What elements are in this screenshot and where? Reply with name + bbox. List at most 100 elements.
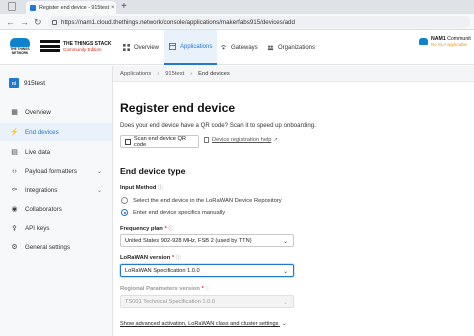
back-icon[interactable]: ← — [6, 16, 15, 28]
nav-organizations-label: Organizations — [278, 44, 316, 51]
stack-logo-icon — [40, 40, 60, 52]
regional-parameters-label: Regional Parameters version * ⓘ — [120, 286, 211, 292]
collaborators-icon: ◉ — [11, 206, 18, 213]
section-title: End device type — [120, 166, 186, 176]
address-bar: ← → ↻ https://nam1.cloud.thethings.netwo… — [0, 14, 474, 30]
input-method-label: Input Method ⓘ — [120, 185, 164, 191]
nav-gateways-label: Gateways — [231, 44, 258, 51]
app-badge: ttl — [9, 78, 19, 88]
sla-text: No SLA applicable — [431, 42, 467, 47]
frequency-plan-select[interactable]: United States 902-928 MHz, FSB 2 (used b… — [120, 234, 294, 247]
lorawan-version-select[interactable]: LoRaWAN Specification 1.0.0 ⌄ — [120, 264, 294, 277]
radio-manual[interactable]: Enter end device specifics manually — [121, 209, 225, 216]
device-registration-help-link[interactable]: Device registration help ↗ — [204, 137, 278, 143]
favicon-icon — [30, 4, 36, 11]
lorawan-version-label: LoRaWAN version * ⓘ — [120, 255, 181, 261]
radio-manual-button[interactable] — [121, 209, 128, 216]
sidebar-item-live-data[interactable]: ▤ Live data — [0, 143, 112, 161]
organizations-icon — [267, 45, 274, 51]
chevron-down-icon: ⌄ — [96, 187, 102, 194]
overview-icon: ▦ — [11, 109, 18, 116]
radio-repository-label: Select the end device in the LoRaWAN Dev… — [133, 197, 282, 204]
ttn-cloud-icon — [10, 38, 30, 47]
sidebar-item-integrations[interactable]: ⚰ Integrations ⌄ — [0, 181, 112, 199]
breadcrumb-applications[interactable]: Applications — [120, 71, 151, 77]
radio-repository[interactable]: Select the end device in the LoRaWAN Dev… — [121, 197, 282, 204]
lock-icon — [52, 19, 57, 25]
sidebar-item-label: Integrations — [25, 186, 58, 194]
sidebar-item-payload-formatters[interactable]: ‹› Payload formatters ⌄ — [0, 162, 112, 180]
new-tab-icon[interactable]: + — [121, 0, 127, 13]
nav-overview[interactable]: Overview — [118, 30, 164, 65]
account-menu[interactable]: NAM1 Communit No SLA applicable — [418, 36, 474, 58]
breadcrumb-separator: › — [190, 70, 193, 77]
forward-icon[interactable]: → — [20, 16, 29, 28]
reload-icon[interactable]: ↻ — [34, 16, 42, 28]
chevron-down-icon: ⌄ — [282, 269, 288, 275]
sidebar-item-general-settings[interactable]: ⚙ General settings — [0, 238, 112, 256]
app-identifier: ttl 915test — [9, 78, 45, 88]
stack-edition: Community Edition — [63, 46, 102, 52]
radio-manual-label: Enter end device specifics manually — [133, 209, 226, 216]
integrations-icon: ⚰ — [11, 187, 18, 194]
sidebar-item-label: API keys — [25, 224, 50, 232]
live-data-icon: ▤ — [11, 149, 18, 156]
stack-logo[interactable]: THE THINGS STACK Community Edition — [40, 40, 112, 52]
chevron-down-icon: ⌄ — [281, 321, 287, 327]
document-icon — [204, 137, 209, 143]
nav-organizations[interactable]: Organizations — [262, 30, 320, 65]
end-devices-icon: ⚡ — [10, 129, 19, 136]
sidebar-item-label: End devices — [25, 128, 59, 136]
sidebar-item-label: General settings — [25, 243, 71, 251]
breadcrumb-app[interactable]: 915test — [165, 71, 184, 77]
tab-close-icon[interactable]: × — [111, 5, 115, 11]
help-link-text: Device registration help — [212, 137, 272, 143]
breadcrumb: Applications › 915test › End devices — [113, 66, 474, 82]
qr-code-icon — [125, 138, 131, 145]
sidebar-item-end-devices[interactable]: ⚡ End devices — [0, 123, 112, 141]
chevron-down-icon: ⌄ — [282, 239, 288, 245]
browser-tab-bar: Register end device - 915test - T × + — [0, 0, 474, 14]
show-advanced-settings-link[interactable]: Show advanced activation, LoRaWAN class … — [120, 321, 287, 327]
breadcrumb-separator: › — [157, 70, 160, 77]
url-field[interactable]: https://nam1.cloud.thethings.network/con… — [48, 16, 470, 28]
url-text: https://nam1.cloud.thethings.network/con… — [61, 18, 295, 26]
scan-qr-label: Scan end device QR code — [133, 135, 187, 148]
ttn-logo[interactable]: THE THINGS NETWORK — [6, 38, 34, 55]
key-icon: ⚴ — [11, 225, 18, 232]
frequency-plan-value: United States 902-928 MHz, FSB 2 (used b… — [125, 237, 252, 244]
sidebar-item-label: Payload formatters — [25, 167, 77, 175]
overview-icon — [123, 44, 130, 51]
nav-gateways[interactable]: Gateways — [215, 30, 263, 65]
cloud-icon — [419, 38, 428, 45]
qr-prompt: Does your end device have a QR code? Sca… — [120, 122, 316, 129]
tab-title: Register end device - 915test - T — [39, 4, 109, 11]
sidebar-item-label: Collaborators — [25, 205, 62, 213]
external-link-icon: ↗ — [273, 137, 278, 143]
sidebar-item-overview[interactable]: ▦ Overview — [0, 103, 112, 121]
ttn-logo-text: THE THINGS NETWORK — [10, 47, 30, 55]
sidebar-item-api-keys[interactable]: ⚴ API keys — [0, 219, 112, 237]
sidebar-item-label: Overview — [25, 108, 51, 116]
info-icon: ⓘ — [205, 286, 211, 292]
frequency-plan-label: Frequency plan * ⓘ — [120, 226, 174, 232]
radio-repository-button[interactable] — [121, 197, 128, 204]
regional-parameters-value: TS001 Technical Specification 1.0.0 — [125, 298, 216, 305]
nav-overview-label: Overview — [134, 44, 160, 51]
breadcrumb-end-devices[interactable]: End devices — [198, 71, 230, 77]
tab-actions-icon[interactable] — [8, 2, 16, 11]
browser-tab[interactable]: Register end device - 915test - T × — [26, 1, 116, 14]
gateways-icon — [221, 45, 226, 50]
code-icon: ‹› — [12, 167, 17, 175]
scan-qr-button[interactable]: Scan end device QR code — [120, 135, 199, 148]
info-icon: ⓘ — [168, 226, 174, 232]
sidebar-item-collaborators[interactable]: ◉ Collaborators — [0, 200, 112, 218]
nav-applications[interactable]: Applications — [164, 30, 218, 65]
lorawan-version-value: LoRaWAN Specification 1.0.0 — [125, 267, 200, 274]
stack-name: THE THINGS STACK — [63, 40, 112, 47]
gear-icon: ⚙ — [11, 244, 18, 251]
applications-icon — [169, 43, 176, 50]
info-icon: ⓘ — [158, 185, 164, 191]
page-title: Register end device — [120, 101, 236, 115]
nav-applications-label: Applications — [180, 43, 213, 50]
